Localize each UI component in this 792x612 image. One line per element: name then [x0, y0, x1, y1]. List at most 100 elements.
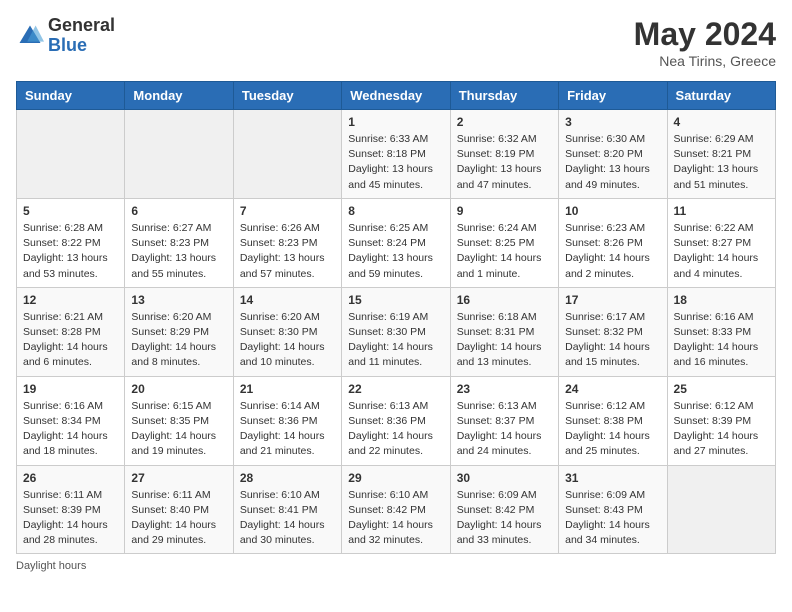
day-number: 27: [131, 471, 226, 485]
day-number: 10: [565, 204, 660, 218]
day-number: 21: [240, 382, 335, 396]
weekday-header: Wednesday: [342, 82, 450, 110]
day-info: Sunrise: 6:24 AMSunset: 8:25 PMDaylight:…: [457, 221, 552, 282]
calendar-cell: 12 Sunrise: 6:21 AMSunset: 8:28 PMDayligh…: [17, 287, 125, 376]
calendar-cell: 28Sunrise: 6:10 AMSunset: 8:41 PMDayligh…: [233, 465, 341, 554]
day-number: 30: [457, 471, 552, 485]
day-number: 20: [131, 382, 226, 396]
calendar-cell: 24Sunrise: 6:12 AMSunset: 8:38 PMDayligh…: [559, 376, 667, 465]
day-number: 24: [565, 382, 660, 396]
calendar-cell: [233, 110, 341, 199]
day-info: Sunrise: 6:20 AMSunset: 8:30 PMDaylight:…: [240, 310, 335, 371]
calendar-cell: [17, 110, 125, 199]
day-number: 16: [457, 293, 552, 307]
weekday-header: Tuesday: [233, 82, 341, 110]
day-number: 12: [23, 293, 118, 307]
weekday-header-row: SundayMondayTuesdayWednesdayThursdayFrid…: [17, 82, 776, 110]
day-number: 19: [23, 382, 118, 396]
day-info: Sunrise: 6:16 AMSunset: 8:34 PMDaylight:…: [23, 399, 118, 460]
calendar-cell: 10 Sunrise: 6:23 AMSunset: 8:26 PMDayligh…: [559, 198, 667, 287]
calendar-cell: 3 Sunrise: 6:30 AMSunset: 8:20 PMDaylight…: [559, 110, 667, 199]
calendar-cell: 15 Sunrise: 6:19 AMSunset: 8:30 PMDayligh…: [342, 287, 450, 376]
calendar-cell: 11 Sunrise: 6:22 AMSunset: 8:27 PMDayligh…: [667, 198, 775, 287]
calendar-cell: 14 Sunrise: 6:20 AMSunset: 8:30 PMDayligh…: [233, 287, 341, 376]
calendar-week: 1 Sunrise: 6:33 AMSunset: 8:18 PMDaylight…: [17, 110, 776, 199]
weekday-header: Saturday: [667, 82, 775, 110]
weekday-header: Friday: [559, 82, 667, 110]
page-header: General Blue May 2024 Nea Tirins, Greece: [16, 16, 776, 69]
day-number: 18: [674, 293, 769, 307]
logo-blue: Blue: [48, 36, 115, 56]
day-info: Sunrise: 6:13 AMSunset: 8:37 PMDaylight:…: [457, 399, 552, 460]
day-info: Sunrise: 6:30 AMSunset: 8:20 PMDaylight:…: [565, 132, 660, 193]
calendar-cell: [125, 110, 233, 199]
calendar-cell: 13 Sunrise: 6:20 AMSunset: 8:29 PMDayligh…: [125, 287, 233, 376]
weekday-header: Sunday: [17, 82, 125, 110]
day-number: 9: [457, 204, 552, 218]
day-info: Sunrise: 6:15 AMSunset: 8:35 PMDaylight:…: [131, 399, 226, 460]
day-number: 31: [565, 471, 660, 485]
day-number: 8: [348, 204, 443, 218]
day-info: Sunrise: 6:21 AMSunset: 8:28 PMDaylight:…: [23, 310, 118, 371]
day-info: Sunrise: 6:12 AMSunset: 8:39 PMDaylight:…: [674, 399, 769, 460]
logo-icon: [16, 22, 44, 50]
calendar-cell: 5 Sunrise: 6:28 AMSunset: 8:22 PMDaylight…: [17, 198, 125, 287]
footer-note: Daylight hours: [16, 560, 776, 572]
calendar-cell: 21 Sunrise: 6:14 AMSunset: 8:36 PMDayligh…: [233, 376, 341, 465]
day-number: 5: [23, 204, 118, 218]
day-info: Sunrise: 6:27 AMSunset: 8:23 PMDaylight:…: [131, 221, 226, 282]
day-number: 17: [565, 293, 660, 307]
location: Nea Tirins, Greece: [634, 53, 776, 69]
calendar-cell: 29 Sunrise: 6:10 AMSunset: 8:42 PMDayligh…: [342, 465, 450, 554]
calendar-week: 5 Sunrise: 6:28 AMSunset: 8:22 PMDaylight…: [17, 198, 776, 287]
day-number: 22: [348, 382, 443, 396]
day-info: Sunrise: 6:09 AMSunset: 8:42 PMDaylight:…: [457, 488, 552, 549]
title-block: May 2024 Nea Tirins, Greece: [634, 16, 776, 69]
day-info: Sunrise: 6:19 AMSunset: 8:30 PMDaylight:…: [348, 310, 443, 371]
day-number: 13: [131, 293, 226, 307]
day-number: 25: [674, 382, 769, 396]
calendar-cell: 23 Sunrise: 6:13 AMSunset: 8:37 PMDayligh…: [450, 376, 558, 465]
logo-general: General: [48, 16, 115, 36]
calendar-cell: 25 Sunrise: 6:12 AMSunset: 8:39 PMDayligh…: [667, 376, 775, 465]
day-info: Sunrise: 6:16 AMSunset: 8:33 PMDaylight:…: [674, 310, 769, 371]
calendar-cell: 9 Sunrise: 6:24 AMSunset: 8:25 PMDaylight…: [450, 198, 558, 287]
calendar-cell: 18 Sunrise: 6:16 AMSunset: 8:33 PMDayligh…: [667, 287, 775, 376]
calendar-cell: 26Sunrise: 6:11 AMSunset: 8:39 PMDayligh…: [17, 465, 125, 554]
day-number: 29: [348, 471, 443, 485]
calendar-cell: 22 Sunrise: 6:13 AMSunset: 8:36 PMDayligh…: [342, 376, 450, 465]
day-info: Sunrise: 6:33 AMSunset: 8:18 PMDaylight:…: [348, 132, 443, 193]
day-number: 23: [457, 382, 552, 396]
day-info: Sunrise: 6:13 AMSunset: 8:36 PMDaylight:…: [348, 399, 443, 460]
calendar-week: 26Sunrise: 6:11 AMSunset: 8:39 PMDayligh…: [17, 465, 776, 554]
day-info: Sunrise: 6:26 AMSunset: 8:23 PMDaylight:…: [240, 221, 335, 282]
day-info: Sunrise: 6:28 AMSunset: 8:22 PMDaylight:…: [23, 221, 118, 282]
calendar-cell: 19 Sunrise: 6:16 AMSunset: 8:34 PMDayligh…: [17, 376, 125, 465]
day-number: 3: [565, 115, 660, 129]
day-info: Sunrise: 6:23 AMSunset: 8:26 PMDaylight:…: [565, 221, 660, 282]
day-info: Sunrise: 6:10 AMSunset: 8:42 PMDaylight:…: [348, 488, 443, 549]
day-info: Sunrise: 6:20 AMSunset: 8:29 PMDaylight:…: [131, 310, 226, 371]
day-info: Sunrise: 6:18 AMSunset: 8:31 PMDaylight:…: [457, 310, 552, 371]
day-number: 11: [674, 204, 769, 218]
logo: General Blue: [16, 16, 115, 56]
day-number: 2: [457, 115, 552, 129]
day-number: 1: [348, 115, 443, 129]
day-number: 26: [23, 471, 118, 485]
day-number: 14: [240, 293, 335, 307]
calendar-cell: 7 Sunrise: 6:26 AMSunset: 8:23 PMDaylight…: [233, 198, 341, 287]
day-info: Sunrise: 6:32 AMSunset: 8:19 PMDaylight:…: [457, 132, 552, 193]
calendar-cell: 1 Sunrise: 6:33 AMSunset: 8:18 PMDaylight…: [342, 110, 450, 199]
day-info: Sunrise: 6:10 AMSunset: 8:41 PMDaylight:…: [240, 488, 335, 549]
weekday-header: Thursday: [450, 82, 558, 110]
calendar-cell: 6Sunrise: 6:27 AMSunset: 8:23 PMDaylight…: [125, 198, 233, 287]
day-info: Sunrise: 6:14 AMSunset: 8:36 PMDaylight:…: [240, 399, 335, 460]
day-number: 15: [348, 293, 443, 307]
calendar-cell: 2 Sunrise: 6:32 AMSunset: 8:19 PMDaylight…: [450, 110, 558, 199]
calendar-week: 12 Sunrise: 6:21 AMSunset: 8:28 PMDayligh…: [17, 287, 776, 376]
day-info: Sunrise: 6:22 AMSunset: 8:27 PMDaylight:…: [674, 221, 769, 282]
weekday-header: Monday: [125, 82, 233, 110]
day-number: 7: [240, 204, 335, 218]
day-info: Sunrise: 6:29 AMSunset: 8:21 PMDaylight:…: [674, 132, 769, 193]
day-info: Sunrise: 6:17 AMSunset: 8:32 PMDaylight:…: [565, 310, 660, 371]
